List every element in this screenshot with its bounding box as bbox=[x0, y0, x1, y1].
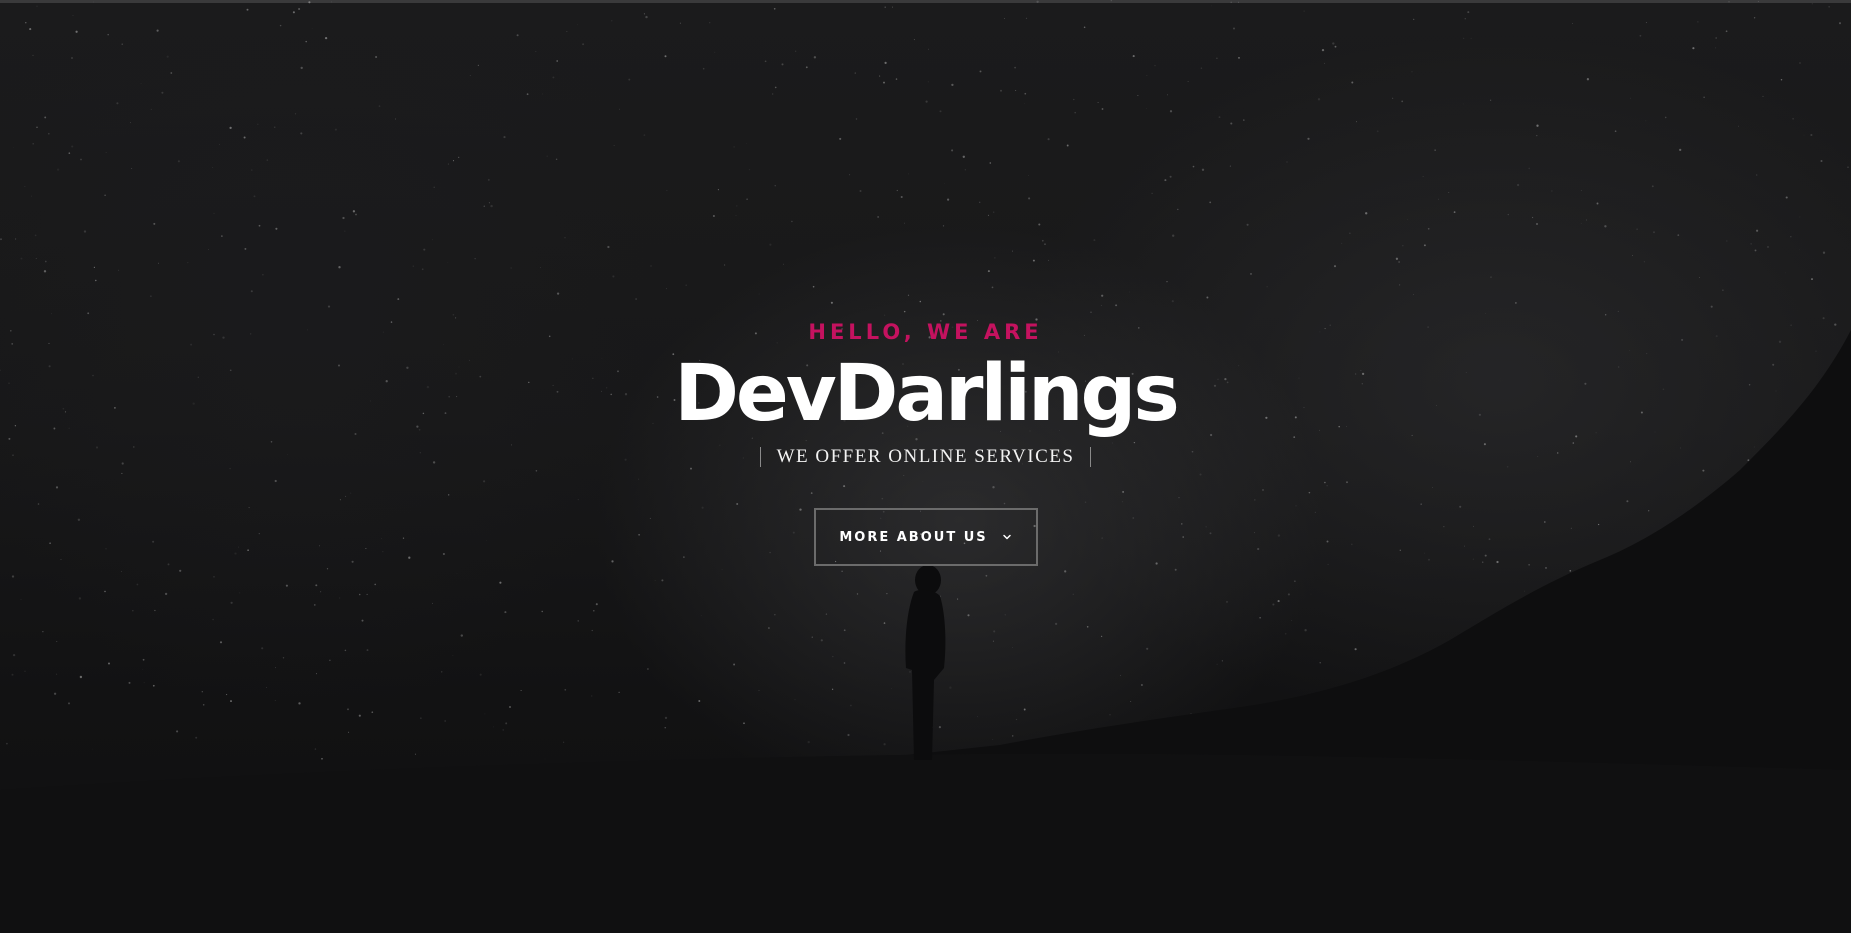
chevron-down-icon bbox=[1002, 534, 1011, 540]
person-silhouette bbox=[905, 565, 946, 760]
tagline-row: WE OFFER ONLINE SERVICES bbox=[0, 442, 1851, 472]
hero-section: HELLO, WE ARE DevDarlings WE OFFER ONLIN… bbox=[0, 0, 1851, 933]
hill-foreground bbox=[0, 753, 1851, 933]
tagline-divider-left bbox=[759, 447, 761, 467]
more-about-us-button[interactable]: MORE ABOUT US bbox=[813, 508, 1038, 566]
tagline-text: WE OFFER ONLINE SERVICES bbox=[776, 446, 1075, 467]
tagline-divider-right bbox=[1090, 447, 1092, 467]
hero-content: HELLO, WE ARE DevDarlings WE OFFER ONLIN… bbox=[0, 318, 1851, 566]
hero-eyebrow: HELLO, WE ARE bbox=[808, 320, 1043, 344]
brand-title: DevDarlings bbox=[674, 349, 1180, 439]
more-about-us-label: MORE ABOUT US bbox=[839, 529, 988, 545]
